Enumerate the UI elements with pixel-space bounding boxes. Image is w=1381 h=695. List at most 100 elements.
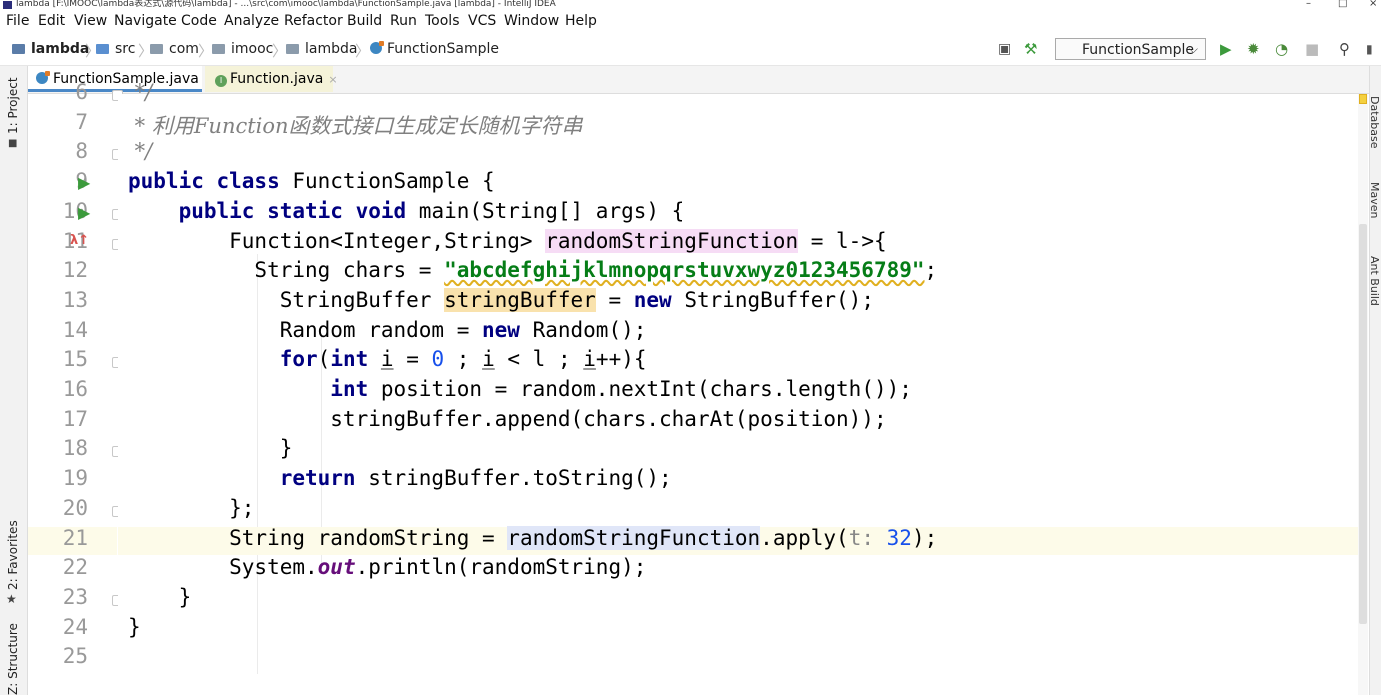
code-line[interactable]: String chars = "abcdefghijklmnopqrstuvxw… [128,258,937,282]
line-number: 13 [62,287,88,312]
code-line[interactable]: for(int i = 0 ; i < l ; i++){ [128,347,647,371]
toolbar-more-icon[interactable]: ▮ [1366,41,1373,57]
code-line[interactable]: */ [128,80,153,104]
line-number: 22 [62,555,88,580]
close-tab-icon[interactable]: × [328,73,337,86]
package-icon [150,44,163,54]
folder-icon: ■ [8,138,18,149]
menu-navigate[interactable]: Navigate [114,13,177,29]
line-number: 7 [75,109,88,134]
project-tool-button[interactable]: 1: Project [6,77,20,134]
run-configuration-select[interactable]: FunctionSample ⌵ [1055,38,1206,60]
code-line[interactable]: stringBuffer.append(chars.charAt(positio… [128,407,886,431]
analysis-status-icon[interactable] [1359,94,1367,104]
maximize-icon[interactable]: □ [1338,0,1347,9]
database-tool-button[interactable]: Database [1370,96,1381,149]
line-number: 12 [62,258,88,283]
line-number: 15 [62,347,88,372]
breadcrumb-separator: 〉 [198,42,214,60]
menu-bar: File Edit View Navigate Code Analyze Refactor B… [0,10,1381,34]
lambda-implements-icon[interactable]: λ↑ [70,233,89,248]
stop-icon[interactable]: ■ [1305,41,1319,57]
build-hammer-icon[interactable]: ⚒ [1024,41,1037,57]
line-number: 20 [62,495,88,520]
menu-analyze[interactable]: Analyze [224,13,279,29]
run-main-icon[interactable]: ▶ [78,203,90,222]
run-class-icon[interactable]: ▶ [78,173,90,192]
code-line[interactable]: return stringBuffer.toString(); [128,466,672,490]
window-title-bar: lambda [F:\IMOOC\lambda表达式\源代码\lambda] -… [0,0,1381,10]
menu-edit[interactable]: Edit [38,13,65,29]
breadcrumb-separator: 〉 [272,42,288,60]
scrollbar-thumb[interactable] [1359,224,1367,624]
menu-build[interactable]: Build [347,13,382,29]
favorites-tool-button[interactable]: 2: Favorites [6,520,20,590]
package-icon [212,44,225,54]
breadcrumb-com[interactable]: com [150,41,199,57]
breadcrumb-lambda-package[interactable]: lambda [286,41,357,57]
line-number: 21 [62,525,88,550]
maven-tool-button[interactable]: Maven [1370,182,1381,218]
line-number: 8 [75,139,88,164]
breadcrumb-imooc[interactable]: imooc [212,41,273,57]
menu-tools[interactable]: Tools [425,13,460,29]
breadcrumb-src[interactable]: src [96,41,135,57]
project-icon [12,44,25,54]
line-number: 19 [62,466,88,491]
intellij-app-icon [3,1,12,9]
chevron-down-icon: ⌵ [1188,42,1198,56]
code-line[interactable]: } [128,436,293,460]
code-line[interactable]: Random random = new Random(); [128,318,647,342]
code-line[interactable]: * 利用Function函数式接口生成定长随机字符串 [128,110,583,140]
structure-tool-button[interactable]: Z: Structure [6,623,20,695]
debug-icon[interactable]: ✹ [1247,41,1260,57]
run-coverage-icon[interactable]: ◔ [1275,41,1288,57]
code-line[interactable]: StringBuffer stringBuffer = new StringBu… [128,287,874,312]
breadcrumb-separator: 〉 [355,42,371,60]
line-number: 6 [75,80,88,104]
line-number: 14 [62,317,88,342]
run-icon[interactable]: ▶ [1220,41,1232,57]
editor-tab-bar: FunctionSample.java× IFunction.java× [28,66,1369,94]
right-tool-strip: Database Maven Ant Build [1369,66,1381,695]
code-line[interactable]: }; [128,496,254,520]
java-class-icon [370,41,384,54]
code-line[interactable]: } [128,615,141,639]
interface-icon: I [215,75,227,87]
code-line[interactable]: */ [128,139,153,163]
window-title: lambda [F:\IMOOC\lambda表达式\源代码\lambda] -… [16,0,556,9]
line-number: 16 [62,377,88,401]
line-number: 25 [62,644,88,669]
package-icon [286,44,299,54]
code-line[interactable]: public static void main(String[] args) { [128,199,685,223]
code-line[interactable]: System.out.println(randomString); [128,555,646,579]
ant-build-tool-button[interactable]: Ant Build [1370,256,1381,306]
minimize-icon[interactable]: – [1306,0,1311,9]
menu-window[interactable]: Window [504,13,559,29]
close-icon[interactable]: × [1369,0,1377,9]
tab-function-java[interactable]: I Function.java × [205,66,338,92]
code-line[interactable]: } [128,585,192,609]
code-line[interactable]: String randomString = randomStringFuncti… [128,525,937,550]
menu-run[interactable]: Run [390,13,417,29]
line-number: 24 [62,614,88,639]
breadcrumb-functionsample[interactable]: FunctionSample [370,41,499,57]
code-line[interactable]: Function<Integer,String> randomStringFun… [128,228,887,253]
menu-code[interactable]: Code [181,13,217,29]
menu-vcs[interactable]: VCS [468,13,496,29]
menu-file[interactable]: File [6,13,29,29]
search-icon[interactable]: ⚲ [1339,41,1350,57]
code-line[interactable]: int position = random.nextInt(chars.leng… [128,377,912,401]
folder-icon [96,44,109,54]
menu-refactor[interactable]: Refactor [284,13,343,29]
project-structure-icon[interactable]: ▣ [998,41,1011,57]
editor-vertical-scrollbar[interactable] [1358,94,1368,695]
star-icon: ★ [6,592,17,606]
menu-view[interactable]: View [74,13,107,29]
code-line[interactable]: public class FunctionSample { [128,169,495,193]
left-tool-strip: 1: Project ■ 2: Favorites ★ Z: Structure [0,66,28,695]
breadcrumb-lambda-project[interactable]: lambda [12,41,89,57]
menu-help[interactable]: Help [565,13,597,29]
editor-gutter[interactable]: 6 7 8 9 10 11 12 13 14 15 16 17 18 19 20 21 22 23 24 25 ▶ ▶ λ↑… [28,80,145,695]
code-editor[interactable]: */ * 利用Function函数式接口生成定长随机字符串 */ public c… [118,80,1358,695]
